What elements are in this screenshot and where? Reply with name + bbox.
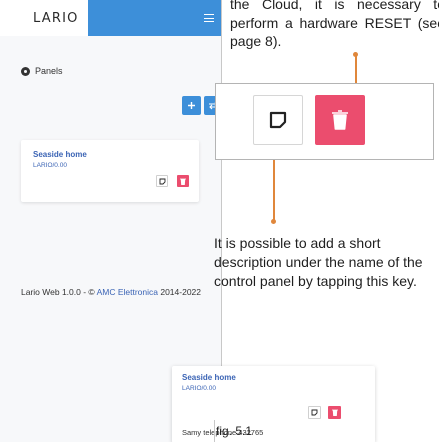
footer-years: 2014-2022: [157, 287, 201, 297]
example-panel-path: LARIO/0.00: [182, 385, 216, 392]
note-icon: [269, 111, 287, 129]
app-logo: LARIO: [33, 10, 79, 26]
reset-paragraph: the Cloud, it is necessary to perform a …: [230, 0, 439, 49]
plus-icon: [188, 102, 195, 109]
panel-name: Seaside home: [33, 150, 87, 159]
panel-card[interactable]: Seaside home LARIO/0.00: [21, 140, 199, 202]
panels-label: Panels: [35, 66, 63, 76]
logo-area: LARIO: [0, 0, 88, 36]
delete-key-large: [315, 95, 365, 145]
description-paragraph: It is possible to add a short descriptio…: [214, 235, 423, 289]
callout-line-bottom: [273, 160, 275, 221]
app-header: LARIO: [0, 0, 221, 36]
example-description-button: [308, 406, 321, 419]
menu-icon[interactable]: [204, 14, 214, 22]
figure-label: fig. 5.1: [216, 424, 253, 438]
trash-icon: [180, 178, 186, 185]
panels-section: Panels: [21, 66, 63, 76]
gear-icon: [21, 66, 30, 76]
note-icon: [159, 178, 165, 184]
note-icon: [311, 409, 318, 416]
figure-rule: [214, 420, 215, 442]
example-panel-name: Seaside home: [182, 373, 236, 382]
buttons-zoom: [215, 83, 434, 160]
delete-panel-button[interactable]: [177, 175, 189, 187]
company-link[interactable]: AMC Elettronica: [97, 287, 158, 297]
panel-path: LARIO/0.00: [33, 162, 67, 169]
example-delete-button: [328, 406, 341, 419]
callout-dot-bottom: [271, 219, 276, 224]
callout-line-top: [355, 56, 357, 83]
trash-icon: [331, 409, 338, 416]
footer-version: Lario Web 1.0.0 - ©: [21, 287, 97, 297]
description-button[interactable]: [156, 175, 168, 187]
example-panel-card: Seaside home LARIO/0.00 Samy telephone 4…: [172, 366, 375, 442]
trash-icon: [332, 110, 348, 130]
top-bar: [88, 0, 221, 36]
add-panel-button[interactable]: [182, 96, 201, 115]
description-key-large: [253, 95, 303, 145]
app-footer: Lario Web 1.0.0 - © AMC Elettronica 2014…: [21, 286, 216, 299]
